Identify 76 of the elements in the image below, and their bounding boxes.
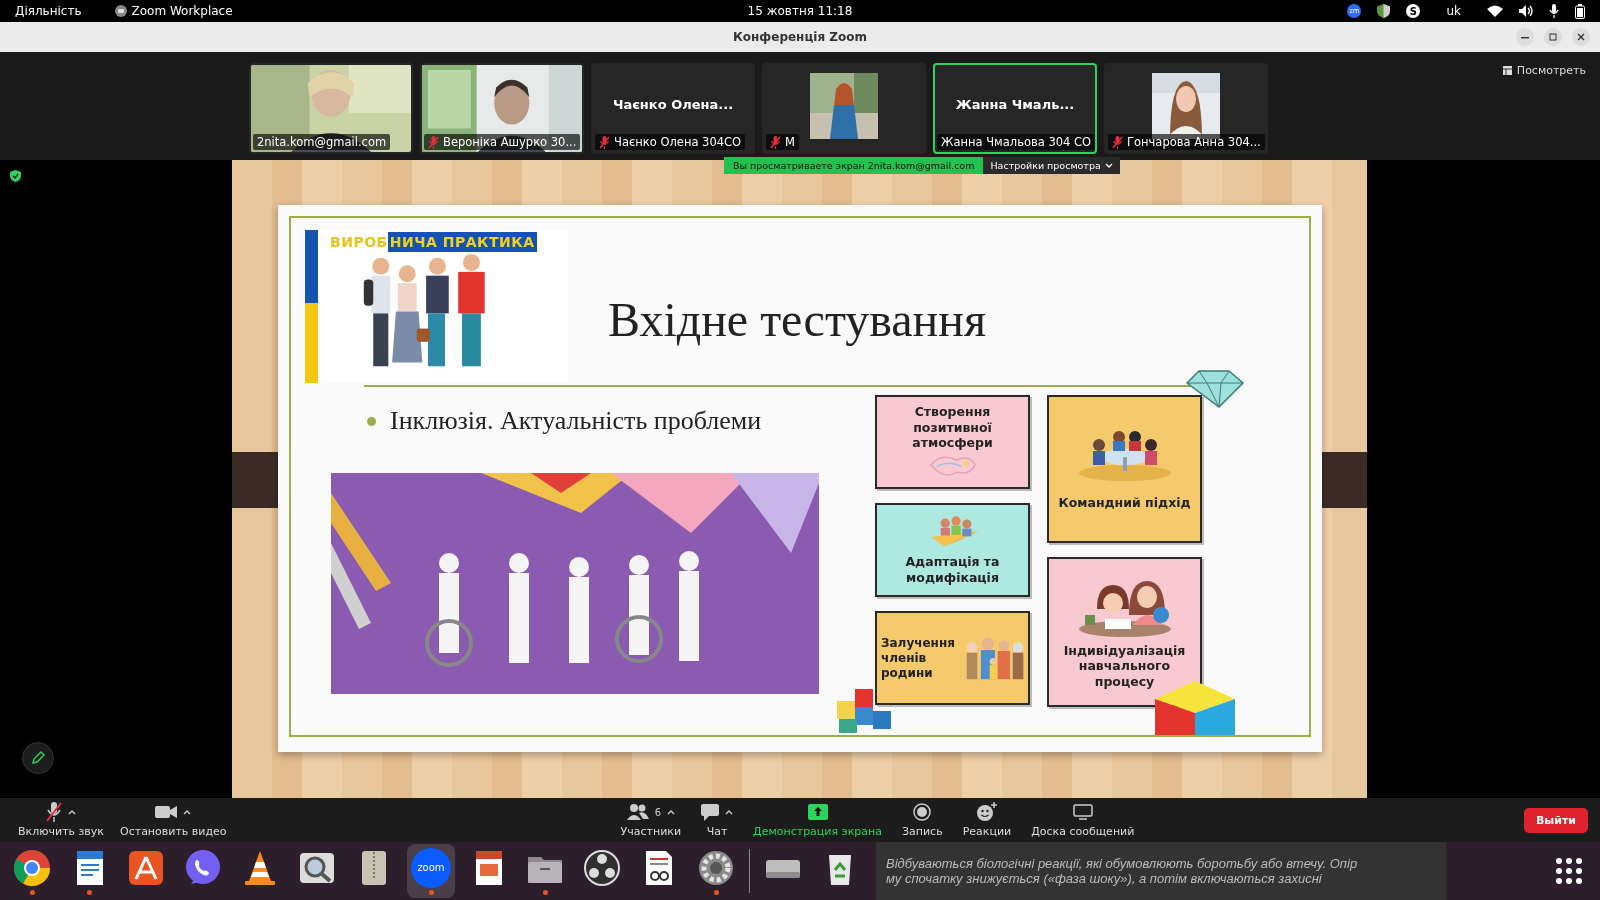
app-name[interactable]: Zoom Workplace (131, 4, 233, 18)
dock-item[interactable]: zoom (407, 844, 455, 898)
slide-title: Вхідне тестування (608, 292, 987, 347)
bullet-icon (367, 416, 376, 426)
participant-heading: Чаєнко Олена... (612, 97, 734, 112)
participant-tile[interactable]: Жанна Чмаль... Жанна Чмальова 304 СО (933, 63, 1097, 154)
stop-video-button[interactable]: Остановить видео (118, 802, 229, 838)
participant-name: Гончарова Анна 304... (1127, 135, 1261, 149)
card-text: Індивідуалізація навчального процесу (1062, 642, 1187, 690)
record-button[interactable]: Запись (899, 802, 945, 838)
chat-bubble-icon (701, 803, 720, 821)
people-icon (626, 804, 649, 820)
annotate-button[interactable] (22, 742, 54, 774)
browser-icon[interactable] (12, 847, 52, 888)
whiteboard-icon (1072, 804, 1093, 820)
document-text: Відбуваються біологічні реакції, які обумовлюють боротьбу або втечу. Опір (886, 856, 1359, 871)
caret-icon[interactable] (183, 809, 192, 815)
video-camera-icon (155, 805, 178, 819)
participant-tile[interactable]: Чаєнко Олена... Чаєнко Олена 304СО (591, 63, 755, 154)
clock[interactable]: 15 жовтня 11:18 (747, 4, 853, 18)
caret-icon[interactable] (725, 809, 734, 815)
language-indicator[interactable]: uk (1446, 4, 1461, 18)
card-text: Командний підхід (1057, 495, 1192, 511)
participant-name: 2nita.kom@gmail.com (257, 135, 387, 149)
participant-heading: Жанна Чмаль... (955, 97, 1075, 112)
share-notice: Вы просматриваете экран 2nita.kom@gmail.com (724, 157, 984, 174)
battery-icon[interactable] (1575, 3, 1585, 19)
wifi-icon[interactable] (1487, 5, 1503, 17)
view-options-button[interactable]: Настройки просмотра (983, 157, 1120, 174)
microphone-icon[interactable] (1549, 4, 1559, 18)
participant-name: Чаєнко Олена 304СО (614, 135, 742, 149)
participant-name: Вероніка Ашурко 30... (443, 135, 577, 149)
document-text: му спочатку знижується («фаза шоку»), а потім включаються захисні (886, 871, 1323, 886)
activities-button[interactable]: Діяльність (15, 4, 82, 18)
minimize-icon[interactable] (1516, 28, 1534, 46)
share-button[interactable]: Демонстрация экрана (751, 802, 884, 838)
window-title: Конференція Zoom (733, 30, 867, 44)
record-circle-icon[interactable] (582, 847, 622, 888)
skype-tray-icon[interactable]: S (1406, 4, 1421, 18)
card-text: Створення позитивної атмосфери (911, 404, 994, 451)
participants-button[interactable]: 6 Участники (618, 802, 684, 838)
diamond-drawing (1185, 369, 1245, 409)
view-button[interactable]: Посмотреть (1496, 63, 1592, 78)
muted-microphone-icon (46, 802, 62, 822)
unmute-button[interactable]: Включить звук (16, 802, 106, 838)
zoom-logo-icon[interactable]: zoom (411, 847, 451, 888)
grid-icon (1502, 66, 1512, 75)
participant-tile[interactable]: 2nita.kom@gmail.com (249, 63, 413, 154)
reactions-button[interactable]: Реакции (960, 802, 1014, 838)
participant-name: М (785, 135, 795, 149)
participant-tile[interactable]: М (762, 63, 926, 154)
leave-button[interactable]: Выйти (1523, 807, 1588, 833)
participant-name: Жанна Чмальова 304 СО (941, 135, 1092, 149)
app-grid-icon[interactable] (1556, 858, 1582, 884)
banner-title: ВИРОБ НИЧА ПРАКТИКА (330, 232, 537, 251)
chat-button[interactable]: Чат (699, 802, 736, 838)
card-text: Адаптація та модифікація (904, 554, 1001, 586)
caret-icon[interactable] (68, 809, 76, 815)
participant-count: 6 (654, 806, 661, 818)
app-icon (114, 5, 127, 17)
smiley-plus-icon (975, 802, 998, 822)
bullet-text: Інклюзія. Актуальність проблеми (390, 406, 762, 436)
participant-tile[interactable]: Вероніка Ашурко 30... (420, 63, 584, 154)
chevron-down-icon (1104, 162, 1113, 169)
close-icon[interactable] (1572, 28, 1590, 46)
shield-icon[interactable] (1377, 4, 1391, 18)
volume-icon[interactable] (1519, 5, 1533, 17)
record-icon (913, 803, 932, 821)
restore-icon[interactable] (1544, 28, 1562, 46)
caret-icon[interactable] (667, 809, 675, 815)
whiteboard-button[interactable]: Доска сообщений (1029, 802, 1137, 838)
card-text: Залучення членів родини (880, 635, 956, 681)
participant-tile[interactable]: Гончарова Анна 304... (1104, 63, 1268, 154)
pencil-icon (31, 751, 45, 765)
shield-check-icon (10, 170, 21, 182)
share-screen-icon (807, 804, 828, 820)
